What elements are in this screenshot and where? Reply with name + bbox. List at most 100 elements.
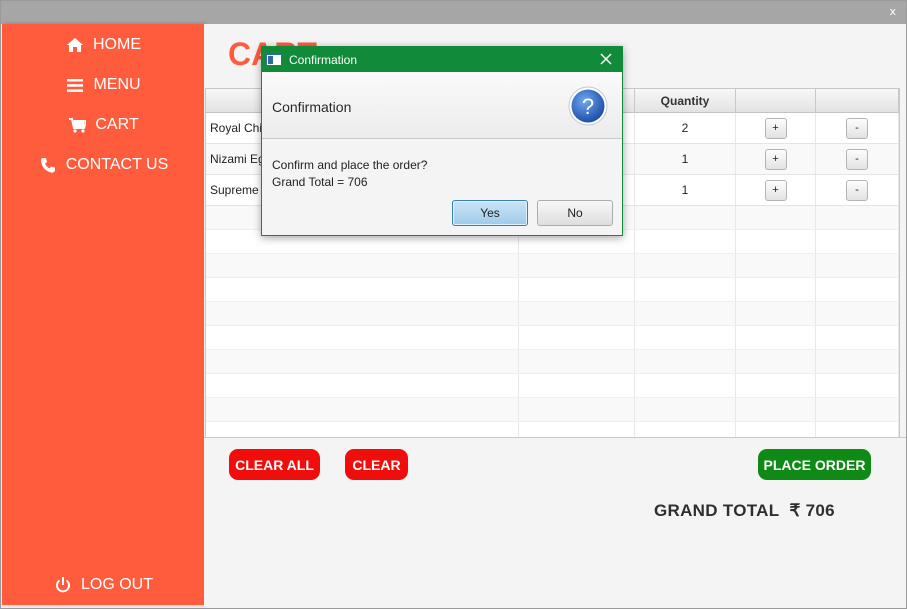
window-close-button[interactable]: x	[889, 5, 896, 18]
dialog-header: Confirmation ?	[262, 72, 622, 139]
empty-cell	[519, 374, 635, 397]
empty-cell	[736, 254, 816, 277]
empty-cell	[519, 278, 635, 301]
clear-all-button[interactable]: CLEAR ALL	[229, 449, 320, 480]
empty-cell	[206, 278, 519, 301]
sidebar: HOME MENU CART CONTACT US LOG OUT	[2, 24, 204, 605]
empty-cell	[736, 350, 816, 373]
empty-cell	[736, 422, 816, 437]
quantity-cell: 2	[635, 113, 736, 143]
empty-cell	[519, 350, 635, 373]
add-cell: +	[736, 113, 816, 143]
empty-table-row	[206, 278, 899, 302]
home-icon	[65, 36, 85, 54]
sidebar-item-label: MENU	[93, 76, 141, 93]
empty-cell	[635, 374, 736, 397]
empty-cell	[816, 350, 899, 373]
empty-cell	[519, 398, 635, 421]
empty-table-row	[206, 302, 899, 326]
logout-label: LOG OUT	[80, 576, 153, 593]
empty-cell	[816, 254, 899, 277]
empty-cell	[816, 302, 899, 325]
increase-quantity-button[interactable]: +	[764, 117, 787, 139]
grand-total-label: GRAND TOTAL	[654, 501, 780, 520]
column-header-remove[interactable]	[816, 89, 899, 113]
clear-button[interactable]: CLEAR	[345, 449, 408, 480]
dialog-header-text: Confirmation	[272, 99, 352, 115]
empty-cell	[816, 422, 899, 437]
power-icon	[53, 576, 73, 594]
empty-table-row	[206, 374, 899, 398]
question-mark: ?	[582, 94, 594, 119]
quantity-cell: 1	[635, 175, 736, 205]
empty-table-row	[206, 350, 899, 374]
divider	[204, 437, 906, 438]
empty-cell	[519, 326, 635, 349]
grand-total-amount: ₹ 706	[789, 501, 835, 520]
empty-cell	[635, 422, 736, 437]
increase-quantity-button[interactable]: +	[764, 179, 787, 201]
grand-total: GRAND TOTAL ₹ 706	[654, 501, 835, 521]
column-header-quantity[interactable]: Quantity	[635, 89, 736, 113]
sidebar-item-home[interactable]: HOME	[2, 30, 204, 60]
empty-cell	[816, 326, 899, 349]
sidebar-item-cart[interactable]: CART	[2, 110, 204, 140]
empty-cell	[206, 398, 519, 421]
empty-cell	[206, 422, 519, 437]
quantity-cell: 1	[635, 144, 736, 174]
close-icon	[600, 53, 612, 65]
decrease-quantity-button[interactable]: -	[846, 179, 868, 201]
empty-cell	[736, 278, 816, 301]
sidebar-item-label: CONTACT US	[65, 156, 169, 173]
empty-cell	[736, 398, 816, 421]
sidebar-item-menu[interactable]: MENU	[2, 70, 204, 100]
empty-cell	[736, 374, 816, 397]
logout-button[interactable]: LOG OUT	[2, 570, 204, 600]
empty-cell	[736, 326, 816, 349]
no-button[interactable]: No	[537, 200, 613, 226]
empty-cell	[206, 350, 519, 373]
dialog-titlebar: Confirmation	[262, 47, 622, 72]
empty-cell	[816, 398, 899, 421]
place-order-button[interactable]: PLACE ORDER	[758, 449, 871, 480]
decrease-quantity-button[interactable]: -	[846, 148, 868, 170]
empty-cell	[206, 254, 519, 277]
empty-cell	[736, 230, 816, 253]
empty-cell	[635, 278, 736, 301]
increase-quantity-button[interactable]: +	[764, 148, 787, 170]
phone-icon	[38, 156, 58, 174]
empty-cell	[635, 398, 736, 421]
sidebar-item-label: HOME	[93, 36, 141, 53]
empty-cell	[206, 302, 519, 325]
dialog-message: Confirm and place the order? Grand Total…	[272, 157, 427, 191]
empty-cell	[635, 350, 736, 373]
remove-cell: -	[816, 175, 899, 205]
empty-cell	[816, 374, 899, 397]
menu-icon	[65, 76, 85, 94]
cart-icon	[67, 116, 87, 134]
empty-cell	[519, 302, 635, 325]
empty-cell	[635, 206, 736, 229]
empty-cell	[816, 278, 899, 301]
dialog-close-button[interactable]	[598, 50, 614, 68]
dialog-message-line: Grand Total = 706	[272, 175, 368, 189]
empty-cell	[635, 302, 736, 325]
remove-cell: -	[816, 113, 899, 143]
empty-cell	[736, 206, 816, 229]
decrease-quantity-button[interactable]: -	[846, 117, 868, 139]
empty-cell	[635, 230, 736, 253]
dialog-message-line: Confirm and place the order?	[272, 158, 428, 172]
sidebar-item-contact-us[interactable]: CONTACT US	[2, 150, 204, 180]
empty-cell	[519, 422, 635, 437]
column-header-add[interactable]	[736, 89, 816, 113]
confirmation-dialog: Confirmation Confirmation ? Confirm and …	[261, 46, 623, 236]
empty-table-row	[206, 398, 899, 422]
empty-table-row	[206, 422, 899, 437]
sidebar-item-label: CART	[95, 116, 139, 133]
empty-table-row	[206, 326, 899, 350]
empty-cell	[816, 230, 899, 253]
add-cell: +	[736, 175, 816, 205]
empty-cell	[206, 326, 519, 349]
yes-button[interactable]: Yes	[452, 200, 528, 226]
add-cell: +	[736, 144, 816, 174]
